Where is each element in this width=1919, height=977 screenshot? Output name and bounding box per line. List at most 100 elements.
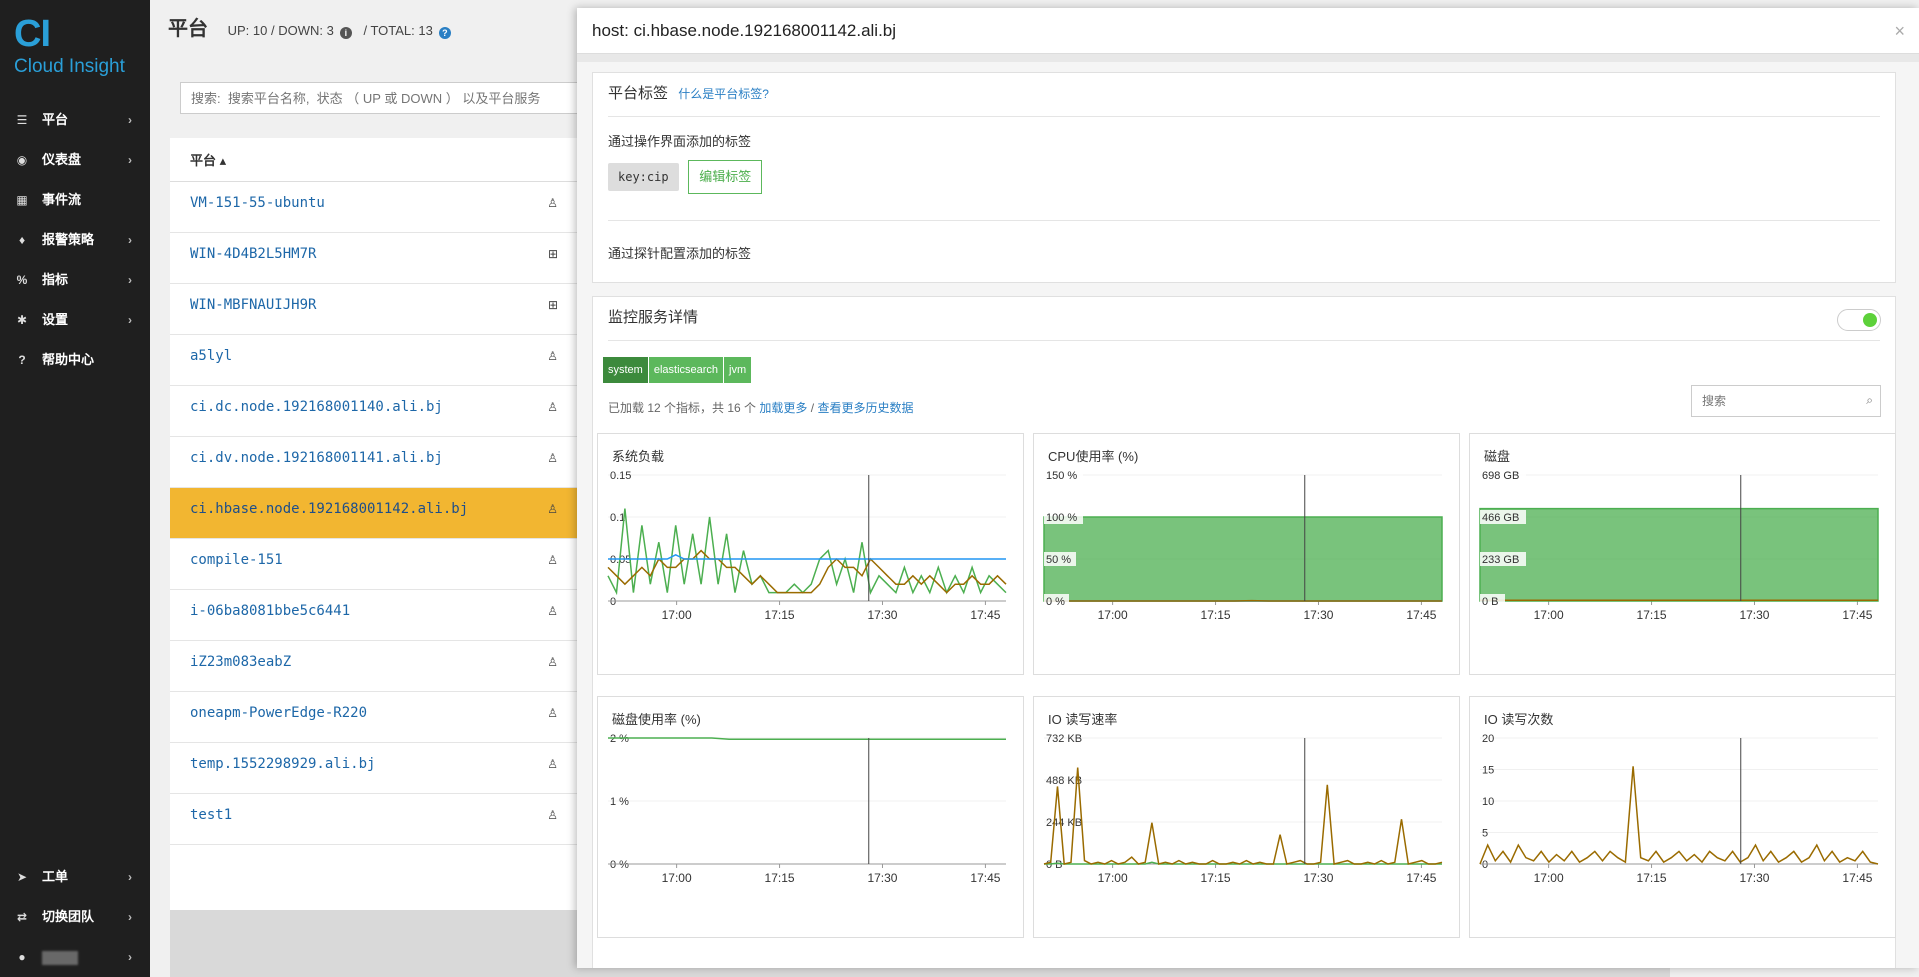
logo[interactable]: CI Cloud Insight (0, 0, 150, 100)
help-icon[interactable]: ? (438, 27, 451, 39)
platform-row[interactable]: temp.1552298929.ali.bj ♙ (170, 743, 580, 794)
x-tick-label: 17:15 (1637, 608, 1667, 622)
chart-svg: 0 B244 KB488 KB732 KB17:00 17:15 17:30 17:4… (1043, 733, 1443, 885)
y-tick-label-overlay: 100 % (1046, 512, 1077, 524)
platform-row[interactable]: test1 ♙ (170, 794, 580, 845)
platform-name: a5lyl (190, 348, 233, 364)
sidebar-item-settings[interactable]: ✱ 设置 › (0, 300, 150, 340)
y-tick-label-overlay: 50 % (1046, 554, 1071, 566)
platform-row[interactable]: WIN-MBFNAUIJH9R ⊞ (170, 284, 580, 335)
logo-mark: CI (14, 13, 51, 55)
page-title: 平台 (168, 18, 208, 40)
platform-list: 平台 ▴ VM-151-55-ubuntu ♙ WIN-4D4B2L5HM7R ⊞ WI… (170, 138, 580, 910)
sidebar-bottom: ➤ 工单 › ⇄ 切换团队 › ● › (0, 857, 150, 977)
toggle-knob (1863, 313, 1877, 327)
chart-io-count: IO 读写次数 0 5 10 15 20 17:00 17:15 17:30 17:45 (1469, 696, 1896, 938)
question-icon: ? (18, 353, 26, 367)
y-tick-label: 732 KB (1046, 733, 1082, 745)
platform-row[interactable]: oneapm-PowerEdge-R220 ♙ (170, 692, 580, 743)
search-icon[interactable]: ⌕ (1866, 393, 1873, 408)
load-more-link[interactable]: 加载更多 (759, 401, 807, 415)
user-name-redacted (42, 950, 78, 965)
metric-count: 已加载 12 个指标，共 16 个 (608, 401, 757, 415)
dashboard-icon: ◉ (16, 153, 28, 167)
x-tick-label: 17:45 (1842, 608, 1872, 622)
sidebar-item-label: 工单 (42, 869, 69, 884)
sidebar-item-alerts[interactable]: ♦ 报警策略 › (0, 220, 150, 260)
services-title: 监控服务详情 (608, 309, 699, 326)
x-tick-label: 17:00 (662, 871, 692, 885)
sidebar-item-label: 指标 (42, 272, 69, 287)
chart-system-load: 系统负载 0 0.05 0.1 0.15 17:00 17:15 17:30 17:45 (597, 433, 1024, 675)
platform-row[interactable]: iZ23m083eabZ ♙ (170, 641, 580, 692)
platform-search-input[interactable] (180, 82, 620, 114)
x-tick-label: 17:30 (867, 871, 897, 885)
platform-row[interactable]: compile-151 ♙ (170, 539, 580, 590)
x-tick-label: 17:00 (1098, 608, 1128, 622)
metric-info: 已加载 12 个指标，共 16 个 加载更多 / 查看更多历史数据 (608, 393, 913, 423)
series-area-0 (1043, 516, 1443, 602)
x-tick-label: 17:30 (867, 608, 897, 622)
platform-name: compile-151 (190, 552, 283, 568)
switch-icon: ⇄ (16, 910, 28, 924)
service-tabs: system elasticsearch jvm (603, 357, 752, 383)
x-tick-label: 17:30 (1739, 608, 1769, 622)
chart-svg: 0 5 10 15 20 17:00 17:15 17:30 17:45 (1479, 733, 1879, 885)
x-tick-label: 17:15 (765, 871, 795, 885)
windows-icon: ⊞ (547, 298, 558, 312)
sidebar-item-events[interactable]: ▦ 事件流 (0, 180, 150, 220)
platform-row[interactable]: ci.hbase.node.192168001142.ali.bj ♙ (170, 488, 580, 539)
sidebar-item-help[interactable]: ? 帮助中心 (0, 340, 150, 380)
y-tick-label: 0 (1482, 859, 1488, 871)
x-tick-label: 17:30 (1303, 871, 1333, 885)
platform-name: ci.dc.node.192168001140.ali.bj (190, 399, 443, 415)
sidebar-item-user[interactable]: ● › (0, 937, 150, 977)
y-tick-label: 10 (1482, 796, 1494, 808)
sidebar-item-metrics[interactable]: % 指标 › (0, 260, 150, 300)
platform-name: WIN-MBFNAUIJH9R (190, 297, 317, 313)
chart-io-rate: IO 读写速率 0 B 244 KB 488 KB 732 KB 17:00 17:15 17… (1033, 696, 1460, 938)
platform-name: temp.1552298929.ali.bj (190, 756, 376, 772)
x-tick-label: 17:45 (1406, 608, 1436, 622)
tags-help-link[interactable]: 什么是平台标签? (678, 87, 769, 101)
services-toggle[interactable] (1837, 309, 1881, 331)
host-detail-panel: host: ci.hbase.node.192168001142.ali.bj … (577, 8, 1919, 968)
series-line-0 (607, 508, 1007, 596)
linux-icon: ♙ (547, 604, 558, 618)
sidebar-item-platform[interactable]: ☰ 平台 › (0, 100, 150, 140)
y-tick-label-overlay: 0 B (1482, 596, 1499, 608)
platform-column-header[interactable]: 平台 ▴ (170, 138, 580, 182)
tab-jvm[interactable]: jvm (724, 357, 752, 383)
platform-row[interactable]: ci.dv.node.192168001141.ali.bj ♙ (170, 437, 580, 488)
y-tick-label: 0 % (610, 859, 629, 871)
y-tick-label-overlay: 698 GB (1482, 470, 1519, 482)
panel-strip (577, 54, 1919, 62)
sidebar-item-label: 设置 (42, 312, 69, 327)
sidebar-item-dashboard[interactable]: ◉ 仪表盘 › (0, 140, 150, 180)
platform-row[interactable]: ci.dc.node.192168001140.ali.bj ♙ (170, 386, 580, 437)
edit-tags-button[interactable]: 编辑标签 (688, 160, 763, 194)
platform-row[interactable]: WIN-4D4B2L5HM7R ⊞ (170, 233, 580, 284)
linux-icon: ♙ (547, 553, 558, 567)
panel-body: 平台标签 什么是平台标签? 通过操作界面添加的标签 key:cip 编辑标签 通… (577, 62, 1919, 968)
y-tick-label-overlay: 0 % (1046, 596, 1065, 608)
history-link[interactable]: 查看更多历史数据 (817, 401, 913, 415)
x-tick-label: 17:00 (1534, 608, 1564, 622)
services-box: 监控服务详情 system elasticsearch jvm 已加载 12 个指标… (592, 296, 1896, 968)
platform-name: ci.dv.node.192168001141.ali.bj (190, 450, 443, 466)
platform-row[interactable]: i-06ba8081bbe5c6441 ♙ (170, 590, 580, 641)
x-tick-label: 17:30 (1303, 608, 1333, 622)
linux-icon: ♙ (547, 400, 558, 414)
tab-system[interactable]: system (603, 357, 648, 383)
platform-row[interactable]: a5lyl ♙ (170, 335, 580, 386)
chevron-right-icon: › (128, 233, 132, 247)
metric-search-input[interactable] (1691, 385, 1881, 417)
sidebar-item-tickets[interactable]: ➤ 工单 › (0, 857, 150, 897)
close-icon[interactable]: × (1894, 22, 1905, 40)
info-icon[interactable]: i (339, 27, 352, 39)
tab-elasticsearch[interactable]: elasticsearch (648, 357, 724, 383)
services-header: 监控服务详情 (608, 297, 1880, 341)
platform-row[interactable]: VM-151-55-ubuntu ♙ (170, 182, 580, 233)
x-tick-label: 17:45 (1406, 871, 1436, 885)
sidebar-item-switch-team[interactable]: ⇄ 切换团队 › (0, 897, 150, 937)
